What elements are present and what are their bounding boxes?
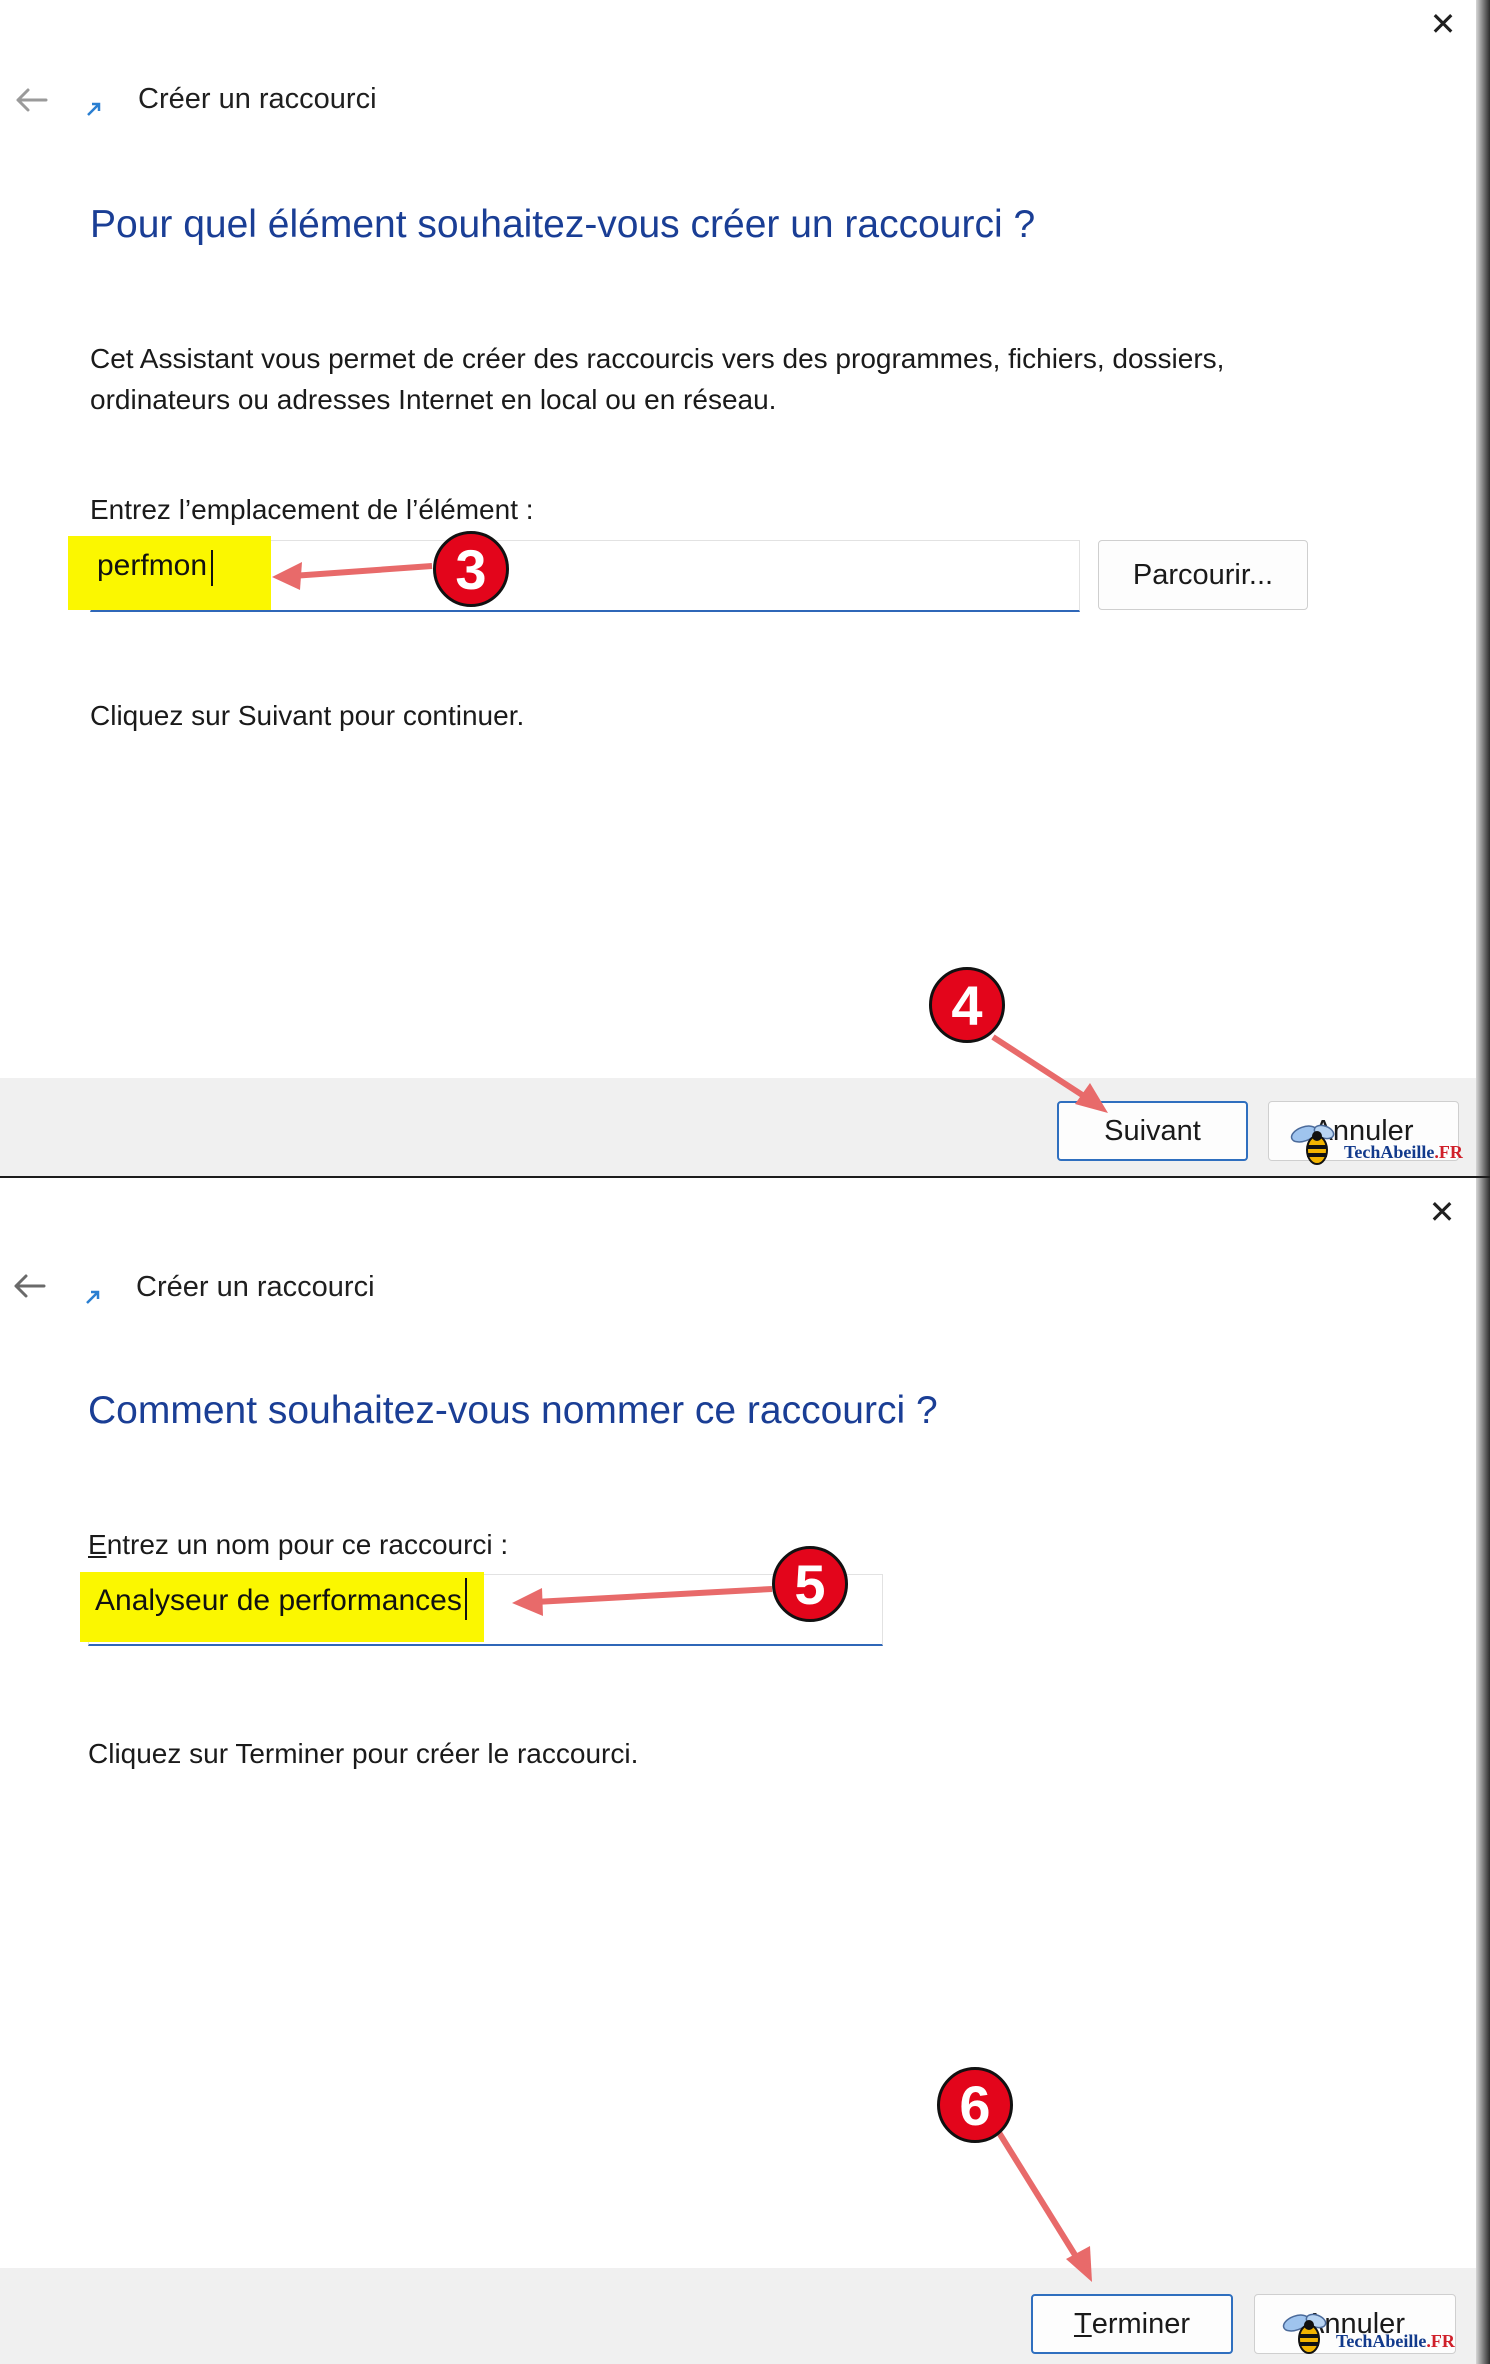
- step-badge-6: 6: [937, 2067, 1013, 2143]
- create-shortcut-dialog-step-location: ✕ Créer un raccourci Pour quel élément s…: [0, 0, 1490, 1178]
- annotation-arrow-4: [991, 1034, 1108, 1113]
- step-badge-4: 4: [929, 967, 1005, 1043]
- create-shortcut-dialog-step-name: ✕ Créer un raccourci Comment souhaitez-v…: [0, 1178, 1490, 2364]
- annotation-arrow-6: [995, 2129, 1092, 2282]
